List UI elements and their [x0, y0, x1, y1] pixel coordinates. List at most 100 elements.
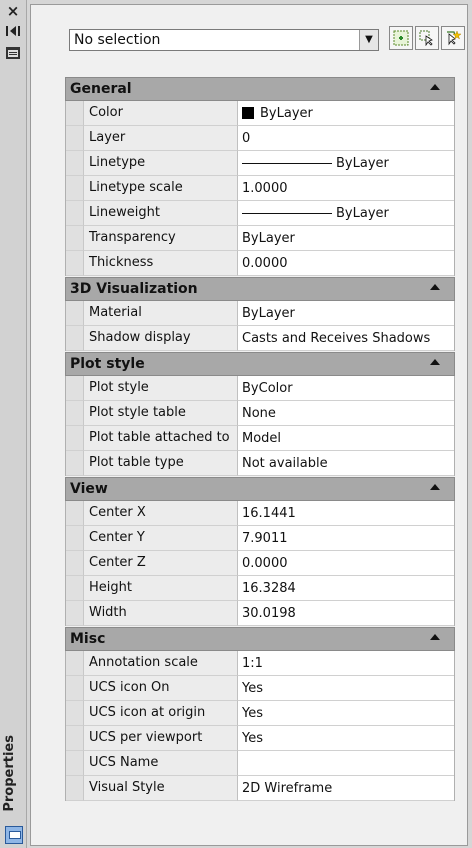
property-row[interactable]: UCS icon On Yes	[65, 676, 455, 701]
section-header[interactable]: 3D Visualization	[65, 277, 455, 301]
property-value[interactable]: 7.9011	[238, 526, 454, 551]
property-value[interactable]: ByLayer	[238, 151, 454, 176]
property-value[interactable]: ByLayer	[238, 201, 454, 226]
properties-palette: × Properties No selection ▼ General Colo…	[0, 0, 472, 848]
property-value[interactable]: ByColor	[238, 376, 454, 401]
property-row[interactable]: Width 30.0198	[65, 601, 455, 626]
property-row[interactable]: Annotation scale 1:1	[65, 651, 455, 676]
property-value[interactable]: 0.0000	[238, 551, 454, 576]
select-objects-icon	[419, 30, 433, 46]
property-value-text: Yes	[242, 731, 263, 746]
property-name: UCS per viewport	[84, 726, 238, 751]
row-gutter	[66, 676, 84, 701]
collapse-arrow-icon[interactable]	[430, 84, 440, 90]
section-header[interactable]: Plot style	[65, 352, 455, 376]
row-gutter	[66, 726, 84, 751]
collapse-arrow-icon[interactable]	[430, 284, 440, 290]
property-row[interactable]: Layer 0	[65, 126, 455, 151]
properties-panel: No selection ▼ General Color ByLayer Layer 0…	[30, 4, 468, 846]
row-gutter	[66, 301, 84, 326]
property-value[interactable]: 1:1	[238, 651, 454, 676]
property-value[interactable]: ByLayer	[238, 301, 454, 326]
property-row[interactable]: Plot style ByColor	[65, 376, 455, 401]
section-header[interactable]: View	[65, 477, 455, 501]
properties-menu-icon[interactable]	[3, 44, 23, 62]
property-name: Height	[84, 576, 238, 601]
line-sample-icon	[242, 163, 332, 164]
property-row[interactable]: Height 16.3284	[65, 576, 455, 601]
row-gutter	[66, 401, 84, 426]
row-gutter	[66, 101, 84, 126]
property-value-text: 2D Wireframe	[242, 781, 333, 796]
property-value-text: 0.0000	[242, 556, 288, 571]
property-name: Width	[84, 601, 238, 626]
property-value-text: Model	[242, 431, 282, 446]
property-value-text: Not available	[242, 456, 328, 471]
row-gutter	[66, 601, 84, 626]
property-row[interactable]: Transparency ByLayer	[65, 226, 455, 251]
selection-dropdown[interactable]: No selection ▼	[69, 29, 379, 51]
section-header[interactable]: Misc	[65, 627, 455, 651]
property-value-text: 16.3284	[242, 581, 296, 596]
property-row[interactable]: Thickness 0.0000	[65, 251, 455, 276]
property-value[interactable]: 16.1441	[238, 501, 454, 526]
property-row[interactable]: Plot style table None	[65, 401, 455, 426]
property-value[interactable]: 16.3284	[238, 576, 454, 601]
property-value[interactable]: Yes	[238, 701, 454, 726]
property-name: Linetype	[84, 151, 238, 176]
property-value[interactable]: 30.0198	[238, 601, 454, 626]
row-gutter	[66, 326, 84, 351]
property-value[interactable]: 2D Wireframe	[238, 776, 454, 801]
select-objects-button[interactable]	[415, 26, 439, 50]
color-swatch-icon	[242, 106, 254, 119]
pickadd-icon	[393, 30, 409, 46]
property-name: Lineweight	[84, 201, 238, 226]
property-value[interactable]: Model	[238, 426, 454, 451]
property-row[interactable]: UCS Name	[65, 751, 455, 776]
property-value[interactable]: Casts and Receives Shadows	[238, 326, 454, 351]
autohide-icon[interactable]	[3, 22, 23, 40]
property-row[interactable]: Shadow display Casts and Receives Shadows	[65, 326, 455, 351]
collapse-arrow-icon[interactable]	[430, 634, 440, 640]
property-row[interactable]: Center Z 0.0000	[65, 551, 455, 576]
chevron-down-icon[interactable]: ▼	[359, 30, 378, 50]
row-gutter	[66, 201, 84, 226]
property-value-text: 1:1	[242, 656, 263, 671]
property-value[interactable]: 0	[238, 126, 454, 151]
property-row[interactable]: Center Y 7.9011	[65, 526, 455, 551]
property-name: Plot style	[84, 376, 238, 401]
quick-select-icon	[447, 30, 461, 46]
row-gutter	[66, 376, 84, 401]
quick-select-button[interactable]	[441, 26, 465, 50]
property-row[interactable]: Linetype ByLayer	[65, 151, 455, 176]
property-value[interactable]: ByLayer	[238, 226, 454, 251]
property-grid: General Color ByLayer Layer 0 Linetype ByLayer…	[65, 77, 455, 802]
property-row[interactable]: Plot table type Not available	[65, 451, 455, 476]
property-row[interactable]: Material ByLayer	[65, 301, 455, 326]
property-value[interactable]: 1.0000	[238, 176, 454, 201]
property-row[interactable]: Visual Style 2D Wireframe	[65, 776, 455, 801]
property-value[interactable]: None	[238, 401, 454, 426]
toggle-pickadd-button[interactable]	[389, 26, 413, 50]
property-value[interactable]: ByLayer	[238, 101, 454, 126]
property-row[interactable]: UCS icon at origin Yes	[65, 701, 455, 726]
property-row[interactable]: Linetype scale 1.0000	[65, 176, 455, 201]
property-row[interactable]: Lineweight ByLayer	[65, 201, 455, 226]
property-value[interactable]	[238, 751, 454, 776]
property-row[interactable]: Color ByLayer	[65, 101, 455, 126]
palette-title: Properties	[2, 735, 17, 812]
property-value[interactable]: 0.0000	[238, 251, 454, 276]
property-row[interactable]: Center X 16.1441	[65, 501, 455, 526]
property-value-text: ByLayer	[260, 106, 313, 121]
collapse-arrow-icon[interactable]	[430, 484, 440, 490]
property-name: Transparency	[84, 226, 238, 251]
section-title: Plot style	[70, 356, 145, 372]
collapse-arrow-icon[interactable]	[430, 359, 440, 365]
property-row[interactable]: UCS per viewport Yes	[65, 726, 455, 751]
property-value[interactable]: Yes	[238, 726, 454, 751]
property-value[interactable]: Not available	[238, 451, 454, 476]
property-row[interactable]: Plot table attached to Model	[65, 426, 455, 451]
property-value[interactable]: Yes	[238, 676, 454, 701]
close-icon[interactable]: ×	[3, 2, 23, 20]
section-header[interactable]: General	[65, 77, 455, 101]
